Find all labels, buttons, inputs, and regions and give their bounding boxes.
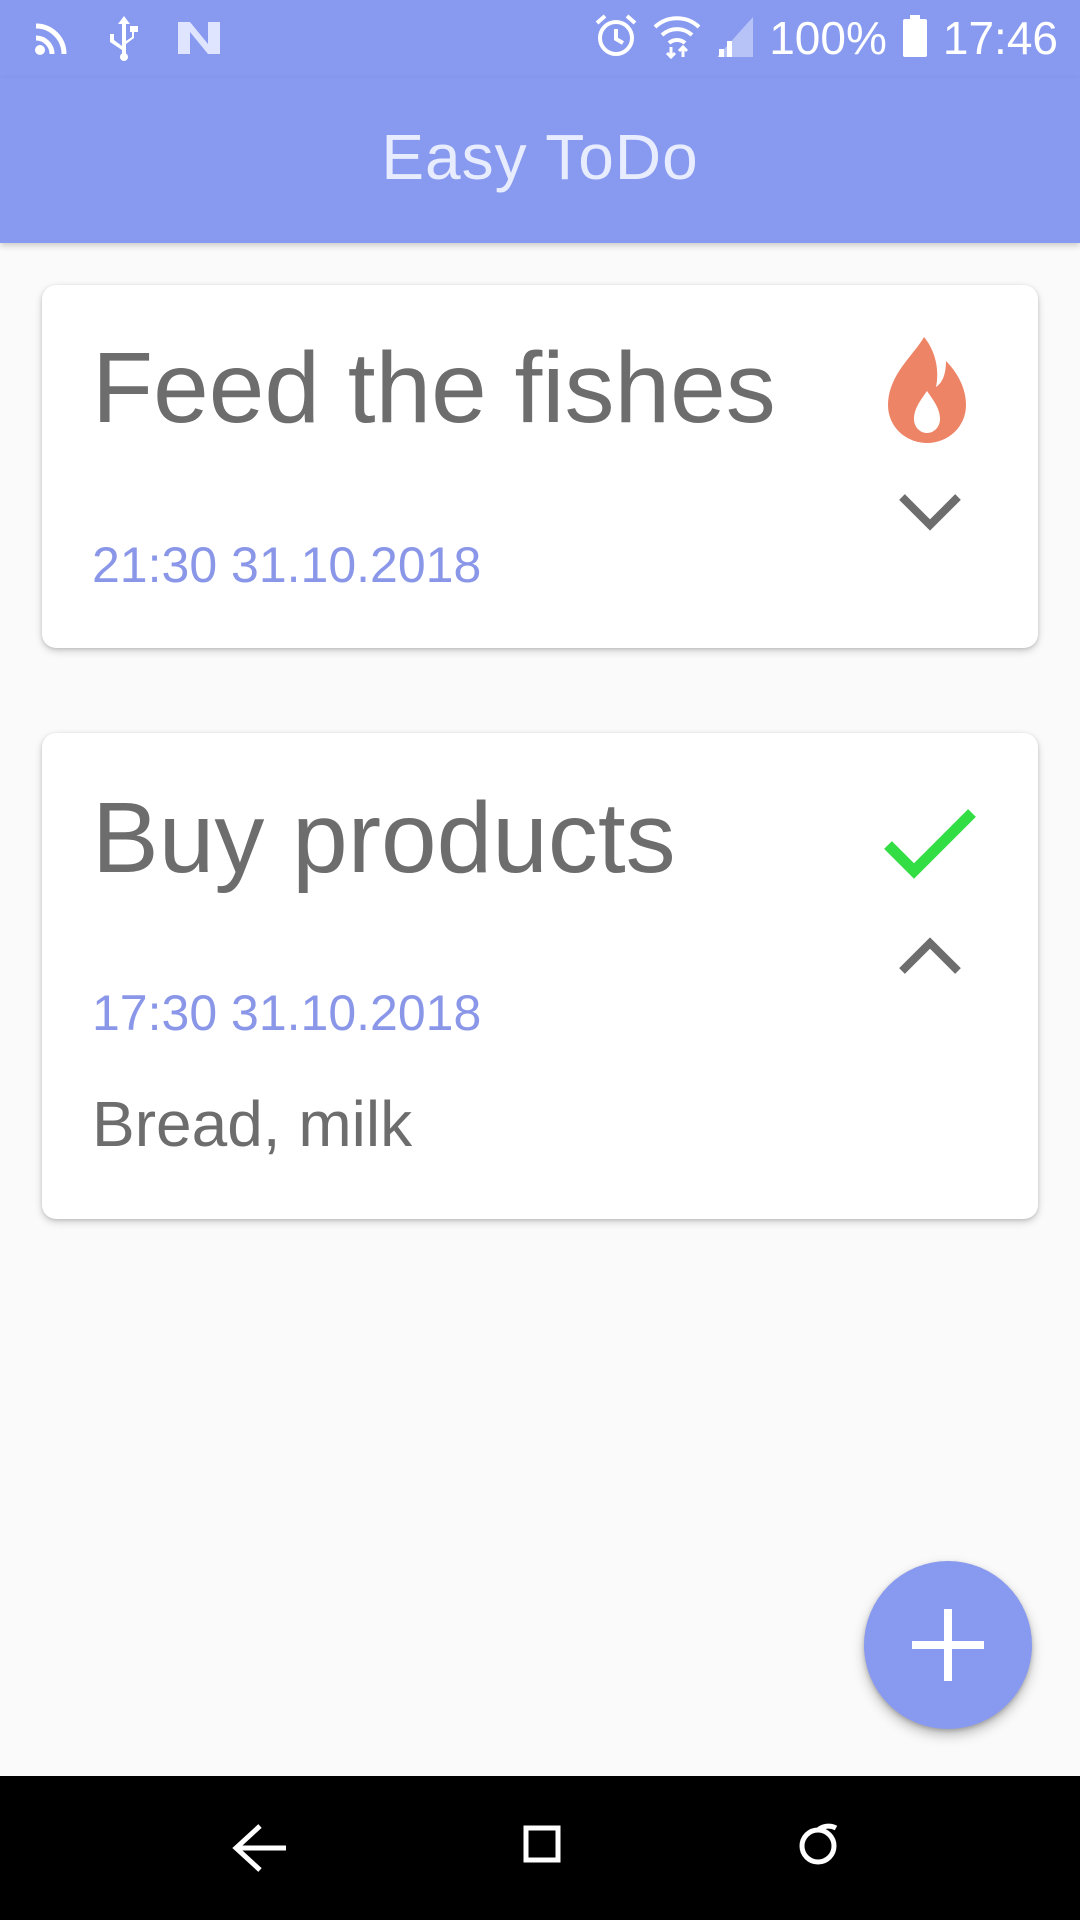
- task-title: Feed the fishes: [92, 332, 776, 444]
- task-card[interactable]: Buy products 17:30 31.10.2018 Bread, mil…: [42, 733, 1038, 1219]
- n-logo-icon: [176, 18, 222, 63]
- task-note: Bread, milk: [92, 1088, 413, 1160]
- task-datetime: 21:30 31.10.2018: [92, 537, 482, 593]
- app-bar: Easy ToDo: [0, 78, 1080, 243]
- status-icons-left: [32, 14, 222, 67]
- add-task-button[interactable]: [864, 1561, 1032, 1729]
- alarm-icon: [593, 13, 639, 64]
- status-bar: 100% 17:46: [0, 0, 1080, 78]
- status-time: 17:46: [942, 12, 1058, 64]
- check-icon: [884, 807, 976, 884]
- flame-icon: [884, 335, 970, 450]
- navigation-bar: [0, 1776, 1080, 1920]
- usb-icon: [106, 14, 142, 67]
- chevron-down-icon[interactable]: [898, 491, 962, 536]
- task-datetime: 17:30 31.10.2018: [92, 985, 482, 1041]
- battery-percent: 100%: [769, 12, 887, 64]
- back-icon[interactable]: [230, 1822, 290, 1879]
- task-title: Buy products: [92, 782, 676, 894]
- task-card[interactable]: Feed the fishes 21:30 31.10.2018: [42, 285, 1038, 648]
- chevron-up-icon[interactable]: [898, 937, 962, 982]
- plus-icon: [908, 1605, 988, 1690]
- wifi-icon: [653, 13, 701, 64]
- cast-icon: [32, 18, 72, 63]
- battery-icon: [901, 13, 929, 64]
- signal-icon: [715, 13, 755, 64]
- app-title: Easy ToDo: [381, 121, 699, 193]
- recents-icon[interactable]: [796, 1820, 844, 1873]
- status-icons-right: 100% 17:46: [593, 8, 1058, 68]
- home-icon[interactable]: [522, 1824, 562, 1869]
